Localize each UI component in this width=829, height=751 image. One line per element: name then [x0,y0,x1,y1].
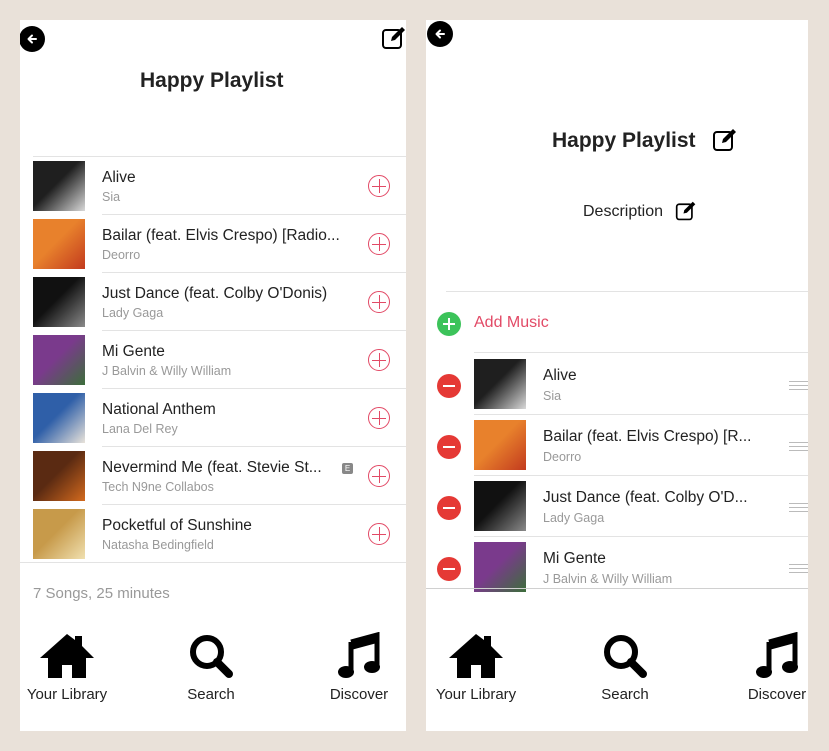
song-artist: J Balvin & Willy William [543,572,673,586]
remove-song-icon[interactable] [437,435,461,459]
music-note-icon [756,632,798,678]
add-to-playlist-icon[interactable] [368,407,390,429]
edit-title-icon[interactable] [712,127,738,153]
song-row[interactable]: Pocketful of Sunshine Natasha Bedingfield [20,505,406,563]
album-art [33,509,85,559]
tab-discover[interactable]: Discover [722,632,808,703]
remove-song-icon[interactable] [437,557,461,581]
tab-label: Your Library [26,686,108,703]
add-icon [437,312,461,336]
album-art [33,335,85,385]
song-title: Bailar (feat. Elvis Crespo) [Radio... [102,227,340,244]
tab-bar: Your Library Search Discover [20,632,406,731]
song-artist: Sia [102,190,121,204]
reorder-handle-icon[interactable] [789,564,808,573]
remove-song-icon[interactable] [437,496,461,520]
album-art [33,393,85,443]
search-icon [604,635,647,678]
playlist-edit-screen: Happy Playlist Description Add Music Ali… [426,20,808,731]
playlist-title: Happy Playlist [140,69,284,92]
search-icon [190,635,233,678]
tab-your-library[interactable]: Your Library [20,632,122,703]
tab-search[interactable]: Search [570,632,680,703]
album-art [474,481,526,531]
song-artist: J Balvin & Willy William [102,364,232,378]
add-to-playlist-icon[interactable] [368,523,390,545]
album-art [33,277,85,327]
song-row[interactable]: Bailar (feat. Elvis Crespo) [Radio... Deo… [20,215,406,273]
song-title: Bailar (feat. Elvis Crespo) [R... [543,428,752,445]
reorder-handle-icon[interactable] [789,503,808,512]
song-row[interactable]: National Anthem Lana Del Rey [20,389,406,447]
song-title: Alive [543,367,577,384]
song-title: Mi Gente [102,343,165,360]
song-artist: Natasha Bedingfield [102,538,214,552]
editable-song-row: Alive Sia [426,354,808,415]
add-music-row[interactable]: Add Music [426,305,808,345]
song-artist: Lady Gaga [543,511,605,525]
tab-label: Discover [329,686,389,703]
song-title: Just Dance (feat. Colby O'Donis) [102,285,328,302]
back-arrow-icon[interactable] [427,21,453,47]
tab-search[interactable]: Search [156,632,266,703]
add-to-playlist-icon[interactable] [368,349,390,371]
music-note-icon [338,632,380,678]
album-art [474,359,526,409]
song-row[interactable]: Mi Gente J Balvin & Willy William [20,331,406,389]
album-art [474,542,526,592]
divider [446,291,808,292]
album-art [33,219,85,269]
add-to-playlist-icon[interactable] [368,175,390,197]
song-title: National Anthem [102,401,216,418]
playlist-title: Happy Playlist [552,129,696,152]
divider [474,352,808,353]
add-to-playlist-icon[interactable] [368,465,390,487]
tab-label: Search [187,686,235,703]
explicit-badge: E [342,463,353,474]
add-to-playlist-icon[interactable] [368,233,390,255]
tab-discover[interactable]: Discover [304,632,406,703]
song-row[interactable]: Alive Sia [20,157,406,215]
editable-song-row: Bailar (feat. Elvis Crespo) [R... Deorro [426,415,808,476]
song-artist: Tech N9ne Collabos [102,480,214,494]
back-arrow-icon[interactable] [20,26,45,52]
add-to-playlist-icon[interactable] [368,291,390,313]
song-title: Alive [102,169,136,186]
description-label[interactable]: Description [583,203,663,221]
home-icon [40,634,94,678]
tab-label: Search [601,686,649,703]
tab-your-library[interactable]: Your Library [426,632,531,703]
song-artist: Lady Gaga [102,306,164,320]
reorder-handle-icon[interactable] [789,442,808,451]
album-art [33,451,85,501]
remove-song-icon[interactable] [437,374,461,398]
album-art [33,161,85,211]
song-artist: Deorro [543,450,582,464]
song-artist: Lana Del Rey [102,422,178,436]
divider [20,562,406,563]
tab-label: Discover [747,686,807,703]
reorder-handle-icon[interactable] [789,381,808,390]
song-title: Pocketful of Sunshine [102,517,252,534]
song-title: Nevermind Me (feat. Stevie St... [102,459,322,476]
edit-description-icon[interactable] [675,200,697,222]
playlist-summary: 7 Songs, 25 minutes [33,585,170,602]
song-title: Mi Gente [543,550,606,567]
tab-label: Your Library [435,686,517,703]
song-row[interactable]: Nevermind Me (feat. Stevie St... E Tech N9… [20,447,406,505]
home-icon [449,634,503,678]
album-art [474,420,526,470]
add-music-label: Add Music [474,314,549,331]
playlist-view-screen: Happy Playlist Alive Sia Bailar (feat. Elv… [20,20,406,731]
tab-bar: Your Library Search Discover [426,632,808,731]
song-artist: Sia [543,389,562,403]
divider [426,588,808,589]
song-title: Just Dance (feat. Colby O'D... [543,489,748,506]
editable-song-row: Just Dance (feat. Colby O'D... Lady Gaga [426,476,808,537]
song-artist: Deorro [102,248,141,262]
song-row[interactable]: Just Dance (feat. Colby O'Donis) Lady Gag… [20,273,406,331]
edit-icon[interactable] [381,25,406,51]
